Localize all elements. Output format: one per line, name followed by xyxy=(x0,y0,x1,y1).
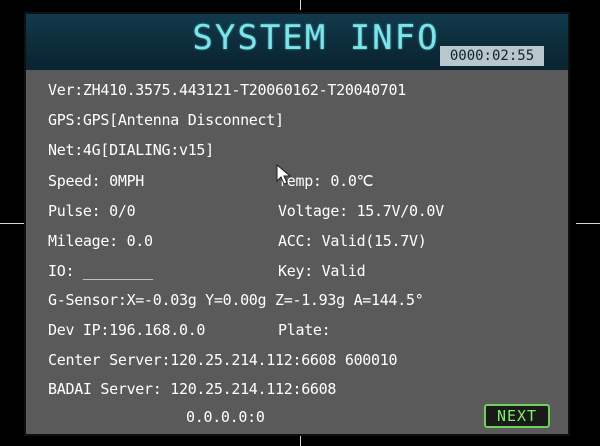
pulse-row: Pulse: 0/0 xyxy=(48,202,136,220)
voltage-row: Voltage: 15.7V/0.0V xyxy=(278,202,444,220)
badai-server-row: BADAI Server: 120.25.214.112:6608 xyxy=(48,380,337,398)
speed-row: Speed: 0MPH xyxy=(48,172,145,190)
key-row: Key: Valid xyxy=(278,262,366,280)
extra-server-row: 0.0.0.0:0 xyxy=(186,408,265,426)
dev-ip-row: Dev IP:196.168.0.0 xyxy=(48,321,206,339)
crosshair-right xyxy=(576,223,600,224)
title-bar: SYSTEM INFO 0000:02:55 xyxy=(26,14,568,70)
plate-row: Plate: xyxy=(278,321,331,339)
clock-readout: 0000:02:55 xyxy=(440,46,544,66)
system-info-panel: SYSTEM INFO 0000:02:55 Ver:ZH410.3575.44… xyxy=(24,12,570,436)
version-row: Ver:ZH410.3575.443121-T20060162-T2004070… xyxy=(48,81,406,99)
io-row: IO: ________ xyxy=(48,262,153,280)
mouse-pointer-icon xyxy=(276,164,292,185)
crosshair-top xyxy=(300,0,301,10)
gps-row: GPS:GPS[Antenna Disconnect] xyxy=(48,111,284,129)
dvr-screen: SYSTEM INFO 0000:02:55 Ver:ZH410.3575.44… xyxy=(0,0,600,446)
acc-row: ACC: Valid(15.7V) xyxy=(278,232,427,250)
mileage-row: Mileage: 0.0 xyxy=(48,232,153,250)
page-title: SYSTEM INFO xyxy=(192,18,440,58)
center-server-row: Center Server:120.25.214.112:6608 600010 xyxy=(48,351,398,369)
next-button[interactable]: NEXT xyxy=(484,404,550,428)
gsensor-row: G-Sensor:X=-0.03g Y=0.00g Z=-1.93g A=144… xyxy=(48,291,424,309)
crosshair-left xyxy=(0,223,24,224)
net-row: Net:4G[DIALING:v15] xyxy=(48,141,214,159)
crosshair-bottom xyxy=(300,436,301,446)
